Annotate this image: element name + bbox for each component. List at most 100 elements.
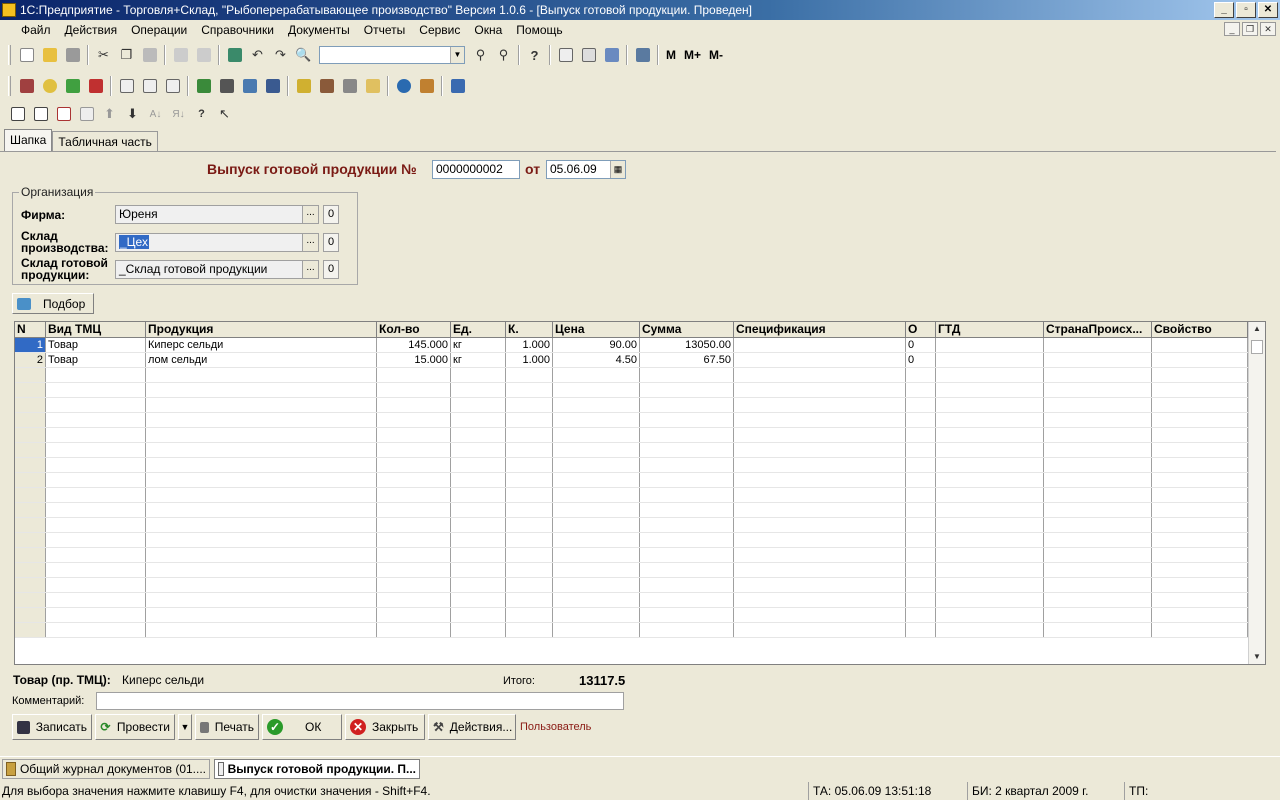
col-unit-cell[interactable]: [451, 593, 506, 607]
add-row-icon[interactable]: [6, 103, 29, 125]
calendar-button-icon[interactable]: ▦: [610, 161, 625, 178]
col-coef-cell[interactable]: [506, 503, 553, 517]
col-spec-cell[interactable]: [734, 383, 906, 397]
col-sum-cell[interactable]: [640, 383, 734, 397]
col-coef-cell[interactable]: [506, 458, 553, 472]
col-product-cell[interactable]: [146, 458, 377, 472]
col-product-cell[interactable]: лом сельди: [146, 353, 377, 367]
col-product-cell[interactable]: [146, 533, 377, 547]
find-next-icon[interactable]: ⚲: [469, 44, 492, 66]
undo-icon[interactable]: ↶: [246, 44, 269, 66]
col-price-cell[interactable]: 90.00: [553, 338, 640, 352]
col-o-cell[interactable]: 0: [906, 353, 936, 367]
col-type-cell[interactable]: [46, 623, 146, 637]
table-row[interactable]: [15, 473, 1265, 488]
col-coef-cell[interactable]: [506, 593, 553, 607]
col-price-cell[interactable]: 4.50: [553, 353, 640, 367]
window-icon[interactable]: [446, 75, 469, 97]
col-spec-cell[interactable]: [734, 608, 906, 622]
selection-button[interactable]: Подбор: [12, 293, 94, 314]
document-icon[interactable]: [238, 75, 261, 97]
col-property-cell[interactable]: [1152, 503, 1248, 517]
firm-select-button[interactable]: ...: [302, 206, 318, 223]
col-sum-header[interactable]: Сумма: [640, 322, 734, 337]
col-property-cell[interactable]: [1152, 593, 1248, 607]
col-property-cell[interactable]: [1152, 368, 1248, 382]
col-unit-cell[interactable]: кг: [451, 353, 506, 367]
products-table[interactable]: N Вид ТМЦ Продукция Кол-во Ед. К. Цена Сумма Спе…: [14, 321, 1266, 665]
col-gtd-cell[interactable]: [936, 368, 1044, 382]
col-qty-cell[interactable]: [377, 428, 451, 442]
child-restore-button[interactable]: ❐: [1242, 22, 1258, 36]
post-dropdown-button[interactable]: ▼: [178, 714, 192, 740]
col-spec-cell[interactable]: [734, 368, 906, 382]
col-price-cell[interactable]: [553, 413, 640, 427]
col-gtd-cell[interactable]: [936, 563, 1044, 577]
book-icon[interactable]: [631, 44, 654, 66]
col-qty-cell[interactable]: 15.000: [377, 353, 451, 367]
col-unit-cell[interactable]: [451, 413, 506, 427]
col-product-cell[interactable]: [146, 623, 377, 637]
col-country-cell[interactable]: [1044, 353, 1152, 367]
col-property-cell[interactable]: [1152, 518, 1248, 532]
delete-row-icon[interactable]: [52, 103, 75, 125]
col-unit-cell[interactable]: [451, 383, 506, 397]
col-coef-cell[interactable]: 1.000: [506, 338, 553, 352]
col-product-cell[interactable]: [146, 563, 377, 577]
col-property-cell[interactable]: [1152, 413, 1248, 427]
paste-icon[interactable]: [138, 44, 161, 66]
col-price-cell[interactable]: [553, 383, 640, 397]
col-coef-cell[interactable]: [506, 578, 553, 592]
col-qty-header[interactable]: Кол-во: [377, 322, 451, 337]
col-spec-cell[interactable]: [734, 473, 906, 487]
col-country-cell[interactable]: [1044, 398, 1152, 412]
table-row[interactable]: [15, 458, 1265, 473]
col-n-header[interactable]: N: [15, 322, 46, 337]
copy-icon[interactable]: ❐: [115, 44, 138, 66]
col-gtd-cell[interactable]: [936, 458, 1044, 472]
col-sum-cell[interactable]: [640, 533, 734, 547]
table-row[interactable]: [15, 488, 1265, 503]
col-gtd-cell[interactable]: [936, 443, 1044, 457]
col-spec-cell[interactable]: [734, 413, 906, 427]
col-unit-cell[interactable]: [451, 578, 506, 592]
col-n-cell[interactable]: [15, 428, 46, 442]
col-gtd-cell[interactable]: [936, 353, 1044, 367]
col-o-cell[interactable]: [906, 533, 936, 547]
col-o-cell[interactable]: [906, 518, 936, 532]
col-o-cell[interactable]: [906, 428, 936, 442]
scroll-thumb[interactable]: [1251, 340, 1263, 354]
production-warehouse-field[interactable]: _Цех ...: [115, 232, 319, 252]
col-gtd-cell[interactable]: [936, 518, 1044, 532]
table-row[interactable]: [15, 518, 1265, 533]
row-help-icon[interactable]: ?: [190, 103, 213, 125]
col-price-header[interactable]: Цена: [553, 322, 640, 337]
col-country-cell[interactable]: [1044, 578, 1152, 592]
col-price-cell[interactable]: [553, 563, 640, 577]
menu-operations[interactable]: Операции: [124, 20, 194, 40]
col-price-cell[interactable]: [553, 473, 640, 487]
comment-input[interactable]: [96, 692, 624, 710]
col-sum-cell[interactable]: [640, 608, 734, 622]
col-o-cell[interactable]: [906, 368, 936, 382]
col-price-cell[interactable]: [553, 398, 640, 412]
table-row[interactable]: [15, 593, 1265, 608]
menu-documents[interactable]: Документы: [281, 20, 357, 40]
col-gtd-cell[interactable]: [936, 473, 1044, 487]
table-scrollbar[interactable]: ▲ ▼: [1248, 322, 1265, 664]
col-unit-cell[interactable]: [451, 518, 506, 532]
col-qty-cell[interactable]: [377, 383, 451, 397]
col-property-cell[interactable]: [1152, 443, 1248, 457]
col-coef-cell[interactable]: [506, 443, 553, 457]
boxes-icon[interactable]: [315, 75, 338, 97]
child-minimize-button[interactable]: _: [1224, 22, 1240, 36]
col-unit-cell[interactable]: [451, 458, 506, 472]
col-country-cell[interactable]: [1044, 443, 1152, 457]
col-qty-cell[interactable]: [377, 443, 451, 457]
col-country-cell[interactable]: [1044, 518, 1152, 532]
col-qty-cell[interactable]: [377, 398, 451, 412]
col-spec-cell[interactable]: [734, 458, 906, 472]
new-icon[interactable]: [15, 44, 38, 66]
col-o-cell[interactable]: [906, 608, 936, 622]
col-spec-cell[interactable]: [734, 488, 906, 502]
